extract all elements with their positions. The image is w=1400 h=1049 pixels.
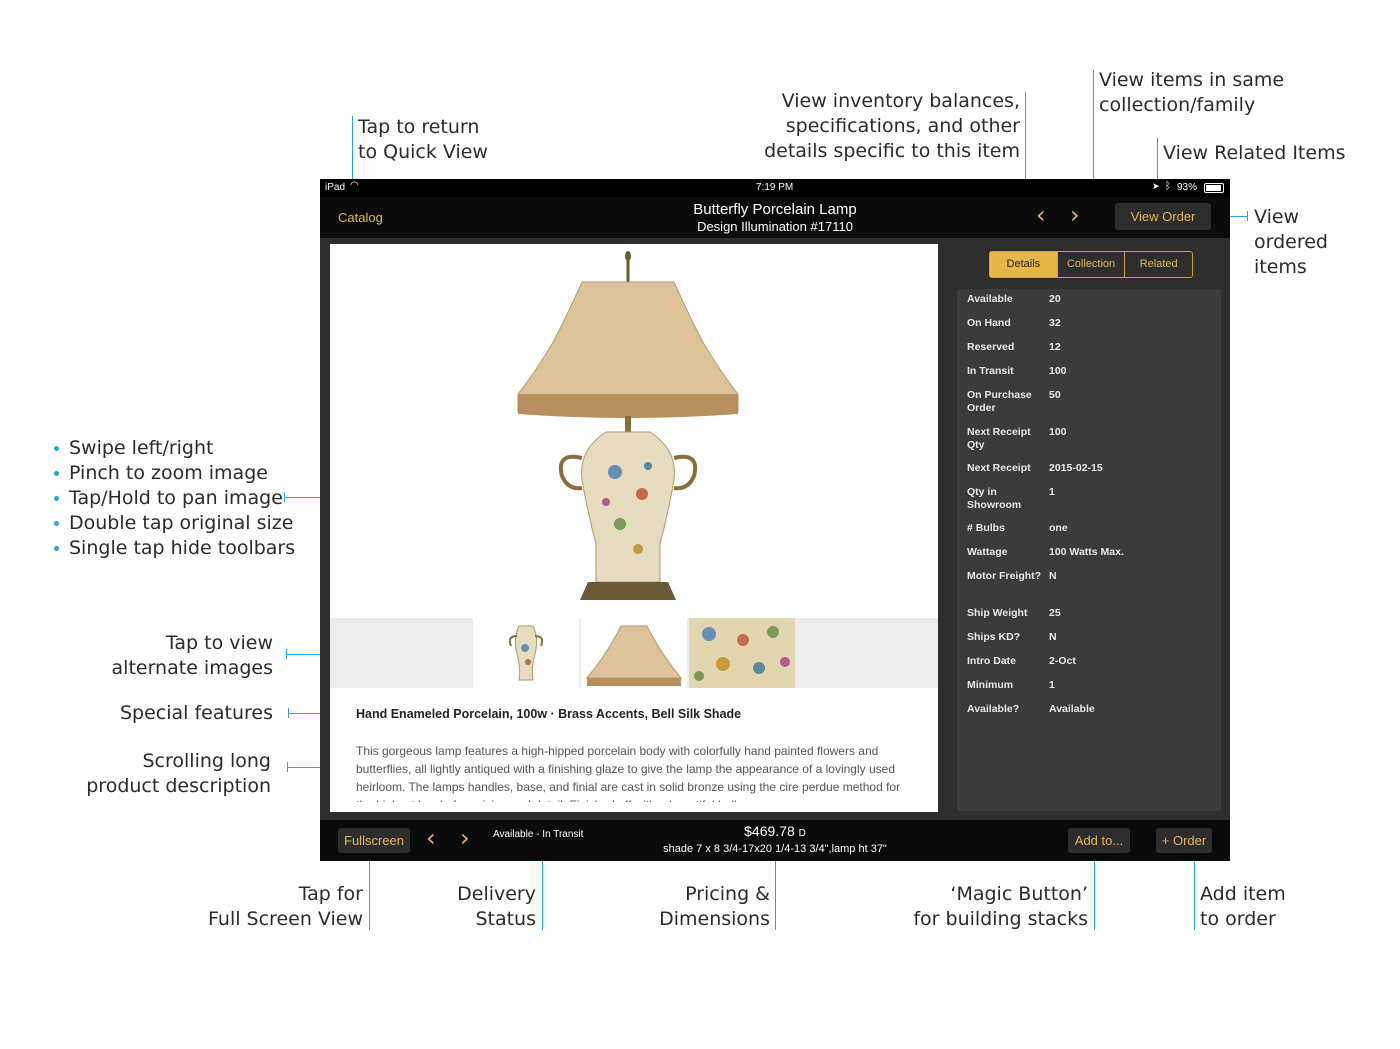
next-image-icon[interactable]: ›: [460, 824, 470, 852]
battery-percent: 93%: [1177, 182, 1198, 193]
detail-value: 2-Oct: [1049, 655, 1076, 667]
annotation-inventory: View inventory balances, specifications,…: [764, 90, 1020, 162]
tab-details[interactable]: Details: [990, 252, 1057, 277]
detail-tabs: Details Collection Related: [989, 251, 1193, 278]
detail-value: 20: [1049, 293, 1061, 305]
leader-line: [1094, 850, 1095, 930]
view-order-button[interactable]: View Order: [1115, 203, 1211, 230]
detail-value: N: [1049, 570, 1057, 582]
detail-value: Available: [1049, 703, 1095, 715]
gesture-item: Swipe left/right: [52, 436, 295, 461]
catalog-back-button[interactable]: Catalog: [338, 210, 383, 225]
detail-key: # Bulbs: [967, 522, 1005, 534]
detail-key: Reserved: [967, 341, 1015, 353]
detail-key: Intro Date: [967, 655, 1017, 667]
detail-key: Next Receipt: [967, 462, 1031, 474]
lamp-image[interactable]: [330, 244, 938, 618]
detail-key: Available: [967, 293, 1013, 305]
nav-bar: Catalog Butterfly Porcelain Lamp Design …: [320, 197, 1230, 238]
gesture-item: Tap/Hold to pan image: [52, 486, 295, 511]
detail-value: 1: [1049, 486, 1055, 498]
detail-value: 100: [1049, 426, 1067, 438]
bottom-toolbar: Fullscreen ‹ › Available - In Transit $4…: [320, 820, 1230, 861]
ipad-screen: iPad ◠ 7:19 PM ➤ ᛒ 93% Catalog Butterfly…: [320, 179, 1230, 861]
price: $469.78 D: [630, 823, 920, 839]
detail-value: 32: [1049, 317, 1061, 329]
detail-value: 2015-02-15: [1049, 462, 1103, 474]
detail-value: 12: [1049, 341, 1061, 353]
product-title: Butterfly Porcelain Lamp: [693, 201, 857, 218]
annotation-alternate: Tap to view alternate images: [111, 632, 273, 679]
annotation-scrolling: Scrolling long product description: [86, 750, 271, 797]
detail-key: Minimum: [967, 679, 1014, 691]
add-to-button[interactable]: Add to...: [1068, 828, 1130, 853]
detail-key: Available?: [967, 703, 1020, 715]
annotation-fullscreen: Tap for Full Screen View: [208, 883, 363, 930]
thumbnail-shade[interactable]: [581, 618, 687, 688]
leader-line: [1194, 850, 1195, 930]
gesture-list: Swipe left/right Pinch to zoom image Tap…: [52, 436, 295, 561]
detail-value: 25: [1049, 607, 1061, 619]
annotation-special: Special features: [120, 702, 273, 724]
annotation-collection: View items in same collection/family: [1099, 69, 1285, 116]
prev-image-icon[interactable]: ‹: [426, 824, 436, 852]
detail-value: 1: [1049, 679, 1055, 691]
detail-key: On Hand: [967, 317, 1011, 329]
thumbnail-strip: [330, 618, 938, 688]
gesture-item: Pinch to zoom image: [52, 461, 295, 486]
location-icon: ➤: [1152, 181, 1160, 191]
detail-value: 100 Watts Max.: [1049, 546, 1124, 558]
tab-collection[interactable]: Collection: [1056, 252, 1125, 277]
annotation-related: View Related Items: [1163, 142, 1346, 164]
annotation-quick-view: Tap to return to Quick View: [358, 116, 488, 163]
details-panel[interactable]: Available 20 On Hand 32 Reserved 12 In Tran…: [957, 289, 1221, 811]
detail-key: Ship Weight: [967, 607, 1028, 619]
add-order-button[interactable]: + Order: [1156, 828, 1212, 853]
next-item-icon[interactable]: ›: [1070, 201, 1080, 229]
detail-value: N: [1049, 631, 1057, 643]
gesture-item: Single tap hide toolbars: [52, 536, 295, 561]
price-value: $469.78: [744, 823, 795, 839]
detail-key: Next Receipt Qty: [967, 426, 1031, 451]
annotation-add-item: Add item to order: [1200, 883, 1286, 930]
price-suffix: D: [798, 828, 806, 839]
tab-related[interactable]: Related: [1124, 252, 1192, 277]
detail-key: Qty in Showroom: [967, 486, 1022, 511]
detail-key: Motor Freight?: [967, 570, 1042, 582]
fullscreen-button[interactable]: Fullscreen: [338, 828, 410, 853]
detail-key: Wattage: [967, 546, 1008, 558]
product-image-panel[interactable]: Hand Enameled Porcelain, 100w · Brass Ac…: [330, 244, 938, 812]
detail-key: Ships KD?: [967, 631, 1021, 643]
annotation-ordered: View ordered items: [1254, 206, 1328, 278]
special-features: Hand Enameled Porcelain, 100w · Brass Ac…: [356, 707, 742, 721]
detail-value: 100: [1049, 365, 1067, 377]
prev-item-icon[interactable]: ‹: [1036, 201, 1046, 229]
thumbnail-pattern[interactable]: [689, 618, 795, 688]
battery-icon: [1204, 183, 1224, 193]
detail-key: In Transit: [967, 365, 1014, 377]
product-subtitle: Design Illumination #17110: [697, 219, 853, 234]
thumbnail-vase[interactable]: [473, 618, 579, 688]
annotation-magic: ‘Magic Button’ for building stacks: [913, 883, 1088, 930]
device-label: iPad: [325, 182, 346, 193]
annotation-delivery: Delivery Status: [457, 883, 536, 930]
gesture-item: Double tap original size: [52, 511, 295, 536]
product-description[interactable]: This gorgeous lamp features a high-hippe…: [356, 742, 916, 802]
detail-value: one: [1049, 522, 1068, 534]
bluetooth-icon: ᛒ: [1165, 181, 1171, 192]
leader-cap: [1247, 211, 1248, 221]
status-time: 7:19 PM: [756, 182, 794, 193]
dimensions: shade 7 x 8 3/4-17x20 1/4-13 3/4",lamp h…: [663, 843, 887, 855]
detail-key: On Purchase Order: [967, 389, 1032, 414]
delivery-status: Available - In Transit: [493, 829, 584, 840]
detail-value: 50: [1049, 389, 1061, 401]
status-bar: iPad ◠ 7:19 PM ➤ ᛒ 93%: [320, 179, 1230, 197]
annotation-pricing: Pricing & Dimensions: [659, 883, 770, 930]
wifi-icon: ◠: [350, 180, 359, 191]
